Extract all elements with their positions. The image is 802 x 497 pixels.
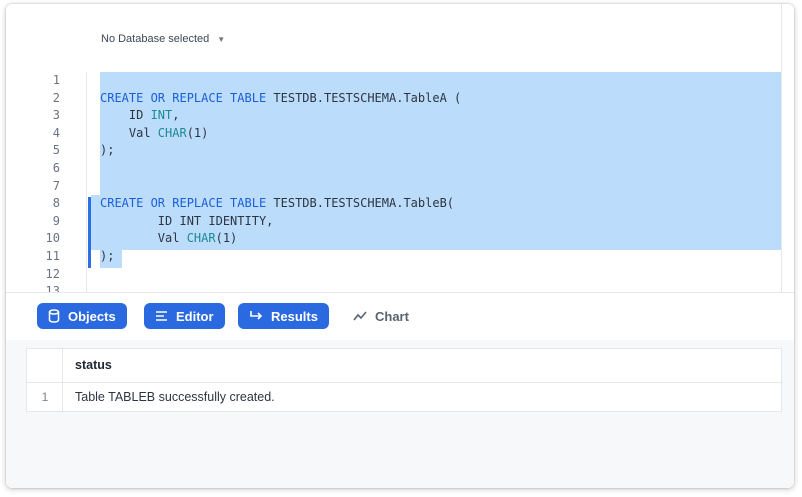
sql-keyword: CREATE OR REPLACE TABLE — [100, 90, 267, 105]
sql-keyword: CREATE OR REPLACE TABLE — [100, 196, 267, 211]
tab-chart-label: Chart — [375, 308, 409, 324]
results-table: status 1 Table TABLEB successfully creat… — [26, 348, 783, 412]
line-number: 7 — [52, 178, 60, 193]
code-line: ); — [100, 248, 461, 266]
table-header — [27, 349, 783, 383]
line-number: 12 — [45, 266, 60, 281]
sql-text: ); — [100, 248, 115, 263]
sql-text: ); — [100, 143, 115, 158]
sql-text: TESTDB.TESTSCHEMA.TableB( — [266, 196, 455, 211]
line-number: 1 — [52, 73, 60, 87]
tab-chart[interactable]: Chart — [342, 303, 420, 329]
tab-results[interactable]: Results — [238, 303, 329, 329]
sql-text: ID INT IDENTITY, — [100, 213, 274, 228]
line-number: 4 — [52, 125, 60, 140]
results-panel: status 1 Table TABLEB successfully creat… — [6, 340, 794, 488]
tab-results-label: Results — [271, 308, 318, 324]
code-line: CREATE OR REPLACE TABLE TESTDB.TESTSCHEM… — [100, 90, 461, 108]
column-header-status[interactable]: status — [75, 358, 112, 372]
code-line: ID INT, — [100, 107, 461, 125]
sql-text: Val — [100, 231, 187, 246]
sql-text: (1) — [215, 231, 238, 246]
line-number: 11 — [45, 248, 60, 263]
sql-text: ID — [100, 108, 151, 123]
database-selector[interactable]: No Database selected ▼ — [101, 30, 225, 48]
code-content[interactable]: CREATE OR REPLACE TABLE TESTDB.TESTSCHEM… — [100, 72, 461, 292]
app-window: No Database selected ▼ 1 2 3 4 5 6 7 8 9 10 11 12 13… — [6, 4, 794, 488]
selection-marker — [88, 197, 91, 268]
database-selector-label: No Database selected — [101, 33, 210, 45]
sql-text: Val — [100, 125, 158, 140]
line-number: 10 — [45, 231, 60, 246]
tab-editor[interactable]: Editor — [144, 303, 225, 329]
return-arrow-icon — [249, 310, 263, 322]
line-number-gutter: 1 2 3 4 5 6 7 8 9 10 11 12 13 — [6, 72, 66, 292]
code-line: Val CHAR(1) — [100, 125, 461, 143]
database-icon — [48, 309, 60, 323]
tab-objects-label: Objects — [68, 308, 116, 324]
sql-type: CHAR — [186, 231, 216, 246]
line-number: 9 — [52, 213, 60, 228]
sql-type: CHAR — [157, 125, 187, 140]
code-line: CREATE OR REPLACE TABLE TESTDB.TESTSCHEM… — [100, 195, 461, 213]
lines-icon — [155, 310, 168, 322]
line-number: 3 — [52, 108, 60, 123]
code-line: ID INT IDENTITY, — [100, 213, 461, 231]
line-number: 6 — [52, 160, 60, 175]
sql-editor[interactable]: 1 2 3 4 5 6 7 8 9 10 11 12 13 CREATE OR REPLACE TABL… — [6, 72, 781, 292]
line-number: 13 — [45, 284, 60, 292]
line-number: 2 — [52, 90, 60, 105]
sql-text: TESTDB.TESTSCHEMA.TableA ( — [266, 90, 462, 105]
table-cell-status[interactable]: Table TABLEB successfully created. — [75, 383, 275, 411]
line-number: 5 — [52, 143, 60, 158]
code-line: Val CHAR(1) — [100, 230, 461, 248]
sql-text: (1) — [186, 125, 209, 140]
code-line: ); — [100, 142, 461, 160]
chart-line-icon — [353, 310, 367, 322]
results-toolbar: Objects Editor Results Chart — [6, 292, 794, 340]
gutter-divider — [86, 72, 87, 292]
editor-right-border — [781, 4, 782, 294]
row-number: 1 — [41, 390, 49, 404]
caret-down-icon: ▼ — [217, 34, 226, 44]
line-number: 8 — [52, 196, 60, 211]
tab-objects[interactable]: Objects — [37, 303, 127, 329]
tab-editor-label: Editor — [176, 308, 214, 324]
sql-text: , — [172, 108, 180, 123]
sql-type: INT — [150, 108, 173, 123]
database-bar: No Database selected ▼ — [6, 4, 794, 72]
